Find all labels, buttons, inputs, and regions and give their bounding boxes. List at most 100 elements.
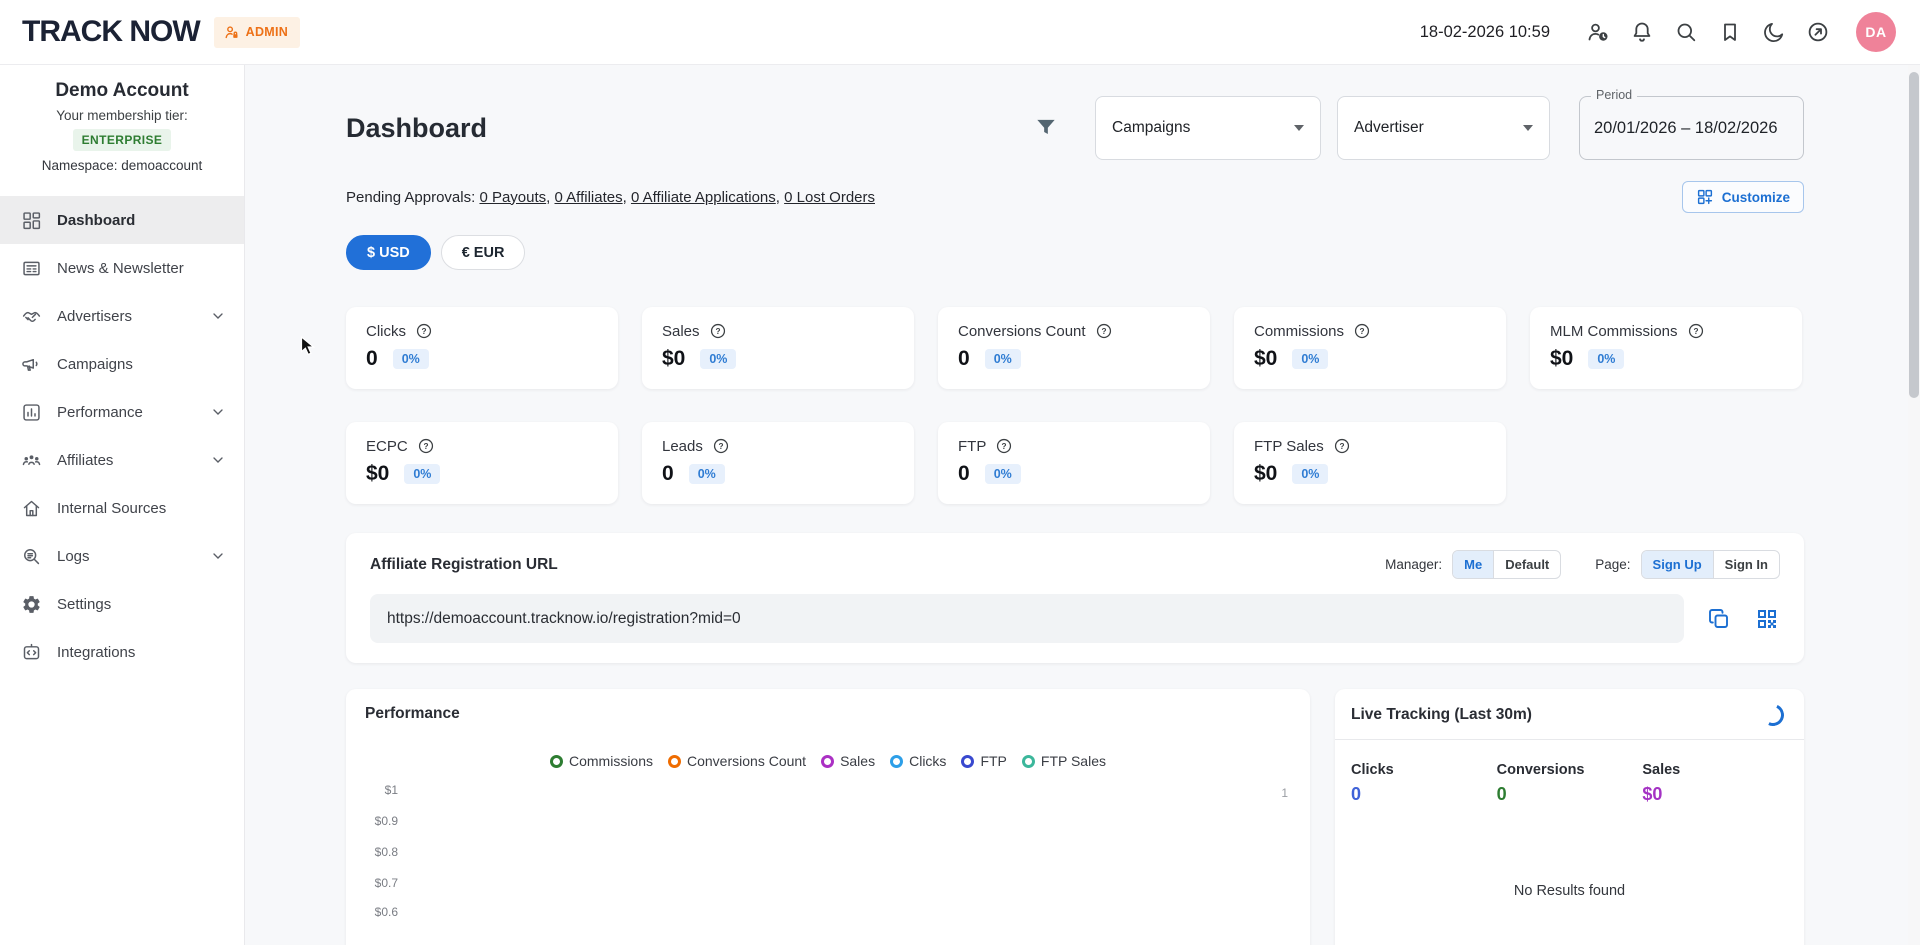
legend-ring bbox=[1022, 755, 1035, 768]
help-icon[interactable]: ? bbox=[1353, 322, 1371, 340]
stat-delta-badge: 0% bbox=[689, 464, 725, 484]
chevron-down-icon bbox=[210, 548, 226, 564]
stat-label: Leads bbox=[662, 438, 703, 455]
customize-icon bbox=[1696, 188, 1714, 206]
legend-item-ftp[interactable]: FTP bbox=[961, 753, 1006, 769]
stat-value: $0 bbox=[1254, 462, 1277, 486]
stat-value: 0 bbox=[662, 462, 674, 486]
stat-value: $0 bbox=[1254, 347, 1277, 371]
sidebar-item-internal-sources[interactable]: Internal Sources bbox=[0, 484, 244, 532]
manager-me-option[interactable]: Me bbox=[1453, 551, 1493, 578]
sidebar-item-logs[interactable]: Logs bbox=[0, 532, 244, 580]
help-icon[interactable]: ? bbox=[1333, 437, 1351, 455]
svg-text:?: ? bbox=[1101, 327, 1106, 336]
sidebar-item-performance[interactable]: Performance bbox=[0, 388, 244, 436]
stat-delta-badge: 0% bbox=[985, 464, 1021, 484]
pending-link-lost-orders[interactable]: 0 Lost Orders bbox=[784, 189, 875, 206]
legend-item-clicks[interactable]: Clicks bbox=[890, 753, 946, 769]
pending-link-payouts[interactable]: 0 Payouts bbox=[479, 189, 546, 206]
topbar: TRACK NOW ADMIN 18-02-2026 10:59 DA bbox=[0, 0, 1920, 64]
svg-text:?: ? bbox=[423, 442, 428, 451]
admin-badge-label: ADMIN bbox=[246, 25, 288, 39]
svg-text:?: ? bbox=[1693, 327, 1698, 336]
help-icon[interactable]: ? bbox=[417, 437, 435, 455]
sidebar-item-affiliates[interactable]: Affiliates bbox=[0, 436, 244, 484]
notifications-icon[interactable] bbox=[1630, 20, 1654, 44]
help-icon[interactable]: ? bbox=[995, 437, 1013, 455]
help-icon[interactable]: ? bbox=[1095, 322, 1113, 340]
sidebar-item-dashboard[interactable]: Dashboard bbox=[0, 196, 244, 244]
help-icon[interactable]: ? bbox=[712, 437, 730, 455]
legend-item-sales[interactable]: Sales bbox=[821, 753, 875, 769]
page-signup-option[interactable]: Sign Up bbox=[1642, 551, 1713, 578]
filter-icon[interactable] bbox=[1033, 115, 1059, 141]
page-signin-option[interactable]: Sign In bbox=[1713, 551, 1779, 578]
stat-card-sales: Sales? $00% bbox=[642, 307, 914, 389]
pending-link-affiliates[interactable]: 0 Affiliates bbox=[555, 189, 623, 206]
stat-card-conversions-count: Conversions Count? 00% bbox=[938, 307, 1210, 389]
period-field[interactable]: Period 20/01/2026 – 18/02/2026 bbox=[1579, 96, 1804, 160]
sidebar-item-news-newsletter[interactable]: News & Newsletter bbox=[0, 244, 244, 292]
home-icon bbox=[20, 497, 42, 519]
bookmark-icon[interactable] bbox=[1718, 20, 1742, 44]
sidebar-item-advertisers[interactable]: Advertisers bbox=[0, 292, 244, 340]
gear-icon bbox=[20, 593, 42, 615]
stat-delta-badge: 0% bbox=[1588, 349, 1624, 369]
pending-approvals-row: Pending Approvals: 0 Payouts, 0 Affiliat… bbox=[346, 181, 1804, 213]
stat-delta-badge: 0% bbox=[393, 349, 429, 369]
registration-url-input[interactable] bbox=[370, 594, 1684, 643]
scrollbar-thumb[interactable] bbox=[1909, 72, 1919, 398]
period-field-label: Period bbox=[1591, 88, 1637, 102]
y-axis-tick: $0.9 bbox=[352, 814, 398, 828]
manage-accounts-icon[interactable] bbox=[1586, 20, 1610, 44]
legend-item-commissions[interactable]: Commissions bbox=[550, 753, 653, 769]
search-icon[interactable] bbox=[1674, 20, 1698, 44]
sidebar-account-block: Demo Account Your membership tier: ENTER… bbox=[0, 64, 244, 173]
sidebar-item-settings[interactable]: Settings bbox=[0, 580, 244, 628]
stat-card-leads: Leads? 0 0% bbox=[642, 422, 914, 504]
campaigns-select-value: Campaigns bbox=[1112, 119, 1190, 137]
legend-ring bbox=[550, 755, 563, 768]
avatar[interactable]: DA bbox=[1856, 12, 1896, 52]
qr-code-icon[interactable] bbox=[1754, 606, 1780, 632]
page-header: Dashboard Campaigns Advertiser Period 20… bbox=[346, 96, 1804, 160]
manager-default-option[interactable]: Default bbox=[1493, 551, 1560, 578]
advertiser-select[interactable]: Advertiser bbox=[1337, 96, 1550, 160]
help-icon[interactable]: ? bbox=[709, 322, 727, 340]
currency-usd-button[interactable]: $ USD bbox=[346, 235, 431, 270]
admin-person-lock-icon bbox=[223, 24, 240, 41]
stat-card-clicks: Clicks? 00% bbox=[346, 307, 618, 389]
currency-eur-button[interactable]: € EUR bbox=[441, 235, 526, 270]
stat-card-commissions: Commissions? $00% bbox=[1234, 307, 1506, 389]
stat-card-ftp-sales: FTP Sales? $00% bbox=[1234, 422, 1506, 504]
stat-label: FTP bbox=[958, 438, 986, 455]
legend-ring bbox=[890, 755, 903, 768]
live-col-clicks: Clicks 0 bbox=[1351, 762, 1497, 805]
topbar-right: 18-02-2026 10:59 DA bbox=[1420, 12, 1896, 52]
pending-approvals-text: Pending Approvals: 0 Payouts, 0 Affiliat… bbox=[346, 189, 875, 206]
customize-button[interactable]: Customize bbox=[1682, 181, 1804, 213]
datetime: 18-02-2026 10:59 bbox=[1420, 23, 1550, 42]
legend-item-conversions-count[interactable]: Conversions Count bbox=[668, 753, 806, 769]
campaigns-select[interactable]: Campaigns bbox=[1095, 96, 1321, 160]
stat-label: MLM Commissions bbox=[1550, 323, 1678, 340]
live-col-sales: Sales $0 bbox=[1642, 762, 1788, 805]
stats-row-1: Clicks? 00% Sales? $00% Conversions Coun… bbox=[346, 307, 1804, 389]
sidebar-item-campaigns[interactable]: Campaigns bbox=[0, 340, 244, 388]
group-icon bbox=[20, 449, 42, 471]
legend-item-ftp-sales[interactable]: FTP Sales bbox=[1022, 753, 1106, 769]
help-icon[interactable]: ? bbox=[1687, 322, 1705, 340]
dark-mode-icon[interactable] bbox=[1762, 20, 1786, 44]
sidebar-item-integrations[interactable]: Integrations bbox=[0, 628, 244, 676]
copy-icon[interactable] bbox=[1706, 606, 1732, 632]
stat-label: Clicks bbox=[366, 323, 406, 340]
legend-ring bbox=[821, 755, 834, 768]
integrations-icon bbox=[20, 641, 42, 663]
pending-link-affiliate-applications[interactable]: 0 Affiliate Applications bbox=[631, 189, 776, 206]
performance-title: Performance bbox=[346, 705, 1310, 723]
dashboard-icon bbox=[20, 209, 42, 231]
help-icon[interactable]: ? bbox=[415, 322, 433, 340]
language-icon[interactable] bbox=[1806, 20, 1830, 44]
registration-title: Affiliate Registration URL bbox=[370, 556, 558, 574]
stat-delta-badge: 0% bbox=[1292, 464, 1328, 484]
